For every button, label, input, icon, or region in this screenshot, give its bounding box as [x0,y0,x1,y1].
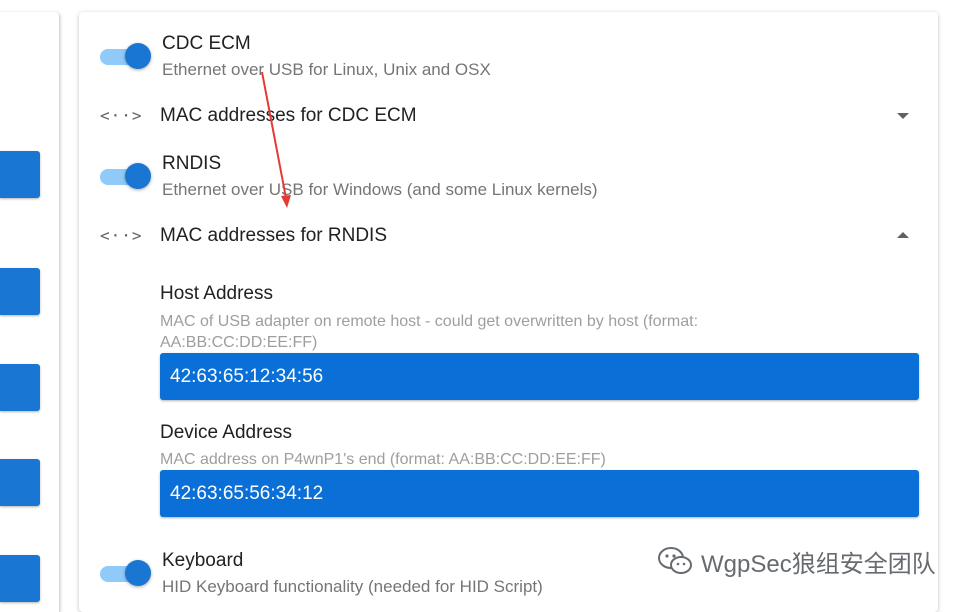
wechat-icon [658,547,692,574]
toggle-thumb [125,43,151,69]
left-panel-button-5[interactable] [0,555,40,602]
cdc-ecm-title: CDC ECM [162,33,251,54]
host-address-hint-line2: AA:BB:CC:DD:EE:FF) [160,334,318,351]
mac-rndis-expander[interactable]: MAC addresses for RNDIS [160,225,387,247]
left-panel-button-1[interactable] [0,151,40,198]
rndis-title: RNDIS [162,153,222,174]
device-address-hint: MAC address on P4wnP1's end (format: AA:… [160,451,606,468]
mac-cdc-ecm-expander[interactable]: MAC addresses for CDC ECM [160,105,417,127]
toggle-thumb [125,163,151,189]
host-address-input[interactable]: 42:63:65:12:34:56 [160,353,919,400]
watermark-text: WgpSec狼组安全团队 [701,550,936,578]
left-panel-button-3[interactable] [0,364,40,411]
code-icon: <··> [100,106,143,125]
device-address-input[interactable]: 42:63:65:56:34:12 [160,470,919,517]
chevron-down-icon[interactable] [897,113,909,119]
host-address-hint-line1: MAC of USB adapter on remote host - coul… [160,313,699,330]
host-address-label: Host Address [160,283,273,304]
left-panel-button-4[interactable] [0,459,40,506]
keyboard-toggle[interactable] [100,558,152,588]
keyboard-description: HID Keyboard functionality (needed for H… [162,577,543,596]
code-icon: <··> [100,226,143,245]
host-address-hint: MAC of USB adapter on remote host - coul… [160,311,698,353]
rndis-toggle[interactable] [100,161,152,191]
device-address-value: 42:63:65:56:34:12 [170,483,324,504]
left-panel-button-2[interactable] [0,268,40,315]
keyboard-title: Keyboard [162,550,244,571]
chevron-up-icon[interactable] [897,232,909,238]
rndis-description: Ethernet over USB for Windows (and some … [162,180,598,199]
host-address-value: 42:63:65:12:34:56 [170,366,324,387]
toggle-thumb [125,560,151,586]
cdc-ecm-toggle[interactable] [100,41,152,71]
cdc-ecm-description: Ethernet over USB for Linux, Unix and OS… [162,60,491,79]
left-panel [0,12,59,612]
device-address-label: Device Address [160,422,293,443]
watermark: WgpSec狼组安全团队 [657,543,936,579]
